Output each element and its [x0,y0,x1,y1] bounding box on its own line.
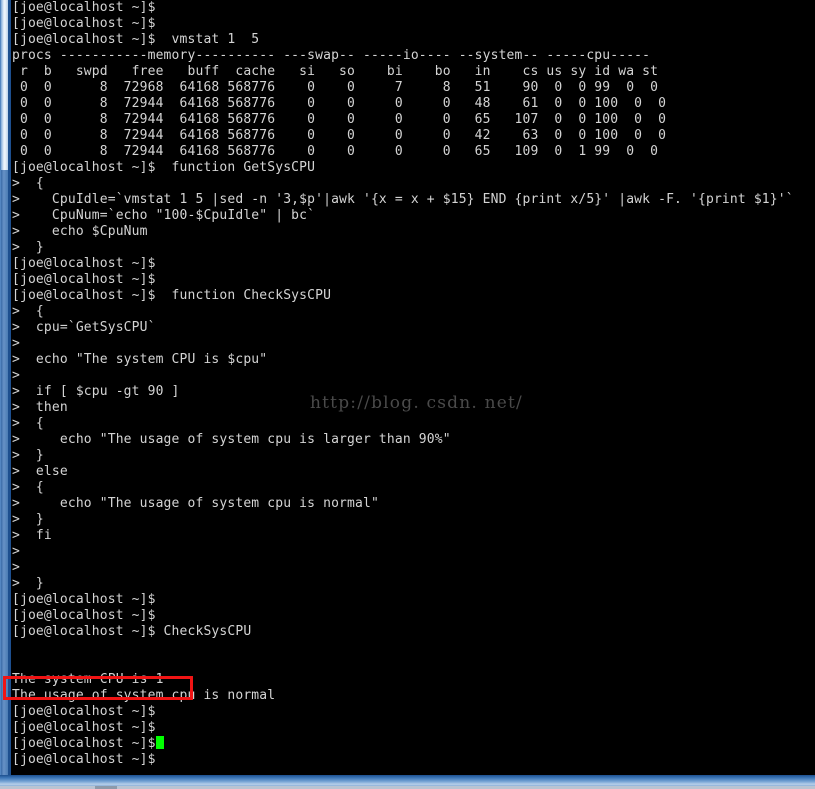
terminal-line: > if [ $cpu -gt 90 ] [12,384,180,399]
terminal-line: [joe@localhost ~]$ function CheckSysCPU [12,288,332,303]
terminal-line: [joe@localhost ~]$ [11,736,815,752]
vertical-scrollbar-thumb[interactable] [1,0,8,171]
terminal-line: [joe@localhost ~]$ CheckSysCPU [12,624,252,639]
terminal-line: > CpuIdle=`vmstat 1 5 |sed -n '3,$p'|awk… [12,192,794,207]
terminal-line: > { [12,480,44,495]
terminal-line: [joe@localhost ~]$ [12,720,156,735]
text-cursor [155,736,164,749]
terminal-line: > } [12,576,44,591]
terminal-line: The system CPU is 1 [12,672,164,687]
terminal-line: > echo $CpuNum [12,224,148,239]
terminal-line: > { [12,416,44,431]
terminal-line-list: [joe@localhost ~]$ [joe@localhost ~]$ [joe… [11,0,815,768]
terminal-line: > else [12,464,68,479]
terminal-line: > CpuNum=`echo "100-$CpuIdle" | bc` [12,208,316,223]
terminal-line: [joe@localhost ~]$ function GetSysCPU [12,160,316,175]
terminal-line: > cpu=`GetSysCPU` [12,320,156,335]
terminal-line: > then [12,400,68,415]
terminal-output-area[interactable]: [joe@localhost ~]$ [joe@localhost ~]$ [joe… [11,0,815,775]
terminal-line: > { [12,304,44,319]
terminal-line: r b swpd free buff cache si so bi bo in … [12,64,659,79]
terminal-window: [joe@localhost ~]$ [joe@localhost ~]$ [joe… [0,0,815,789]
terminal-line: 0 0 8 72944 64168 568776 0 0 0 0 48 61 0… [12,96,667,111]
terminal-line: [joe@localhost ~]$ [12,752,164,767]
terminal-line: > } [12,512,44,527]
vertical-scrollbar-track[interactable] [1,170,8,781]
terminal-line: [joe@localhost ~]$ [12,608,156,623]
terminal-line: > [12,336,20,351]
terminal-line: [joe@localhost ~]$ vmstat 1 5 [12,32,260,47]
terminal-line: The usage of system cpu is normal [12,688,276,703]
terminal-line: > } [12,448,44,463]
terminal-line: 0 0 8 72944 64168 568776 0 0 0 0 42 63 0… [12,128,667,143]
window-left-frame [0,0,11,781]
terminal-line: > [12,544,20,559]
terminal-line: procs -----------memory---------- ---swa… [12,48,651,63]
terminal-line: [joe@localhost ~]$ [12,0,156,15]
terminal-line: > echo "The usage of system cpu is norma… [12,496,379,511]
terminal-line: 0 0 8 72944 64168 568776 0 0 0 0 65 109 … [12,144,659,159]
terminal-line: > fi [12,528,52,543]
terminal-line: > { [12,176,44,191]
terminal-line: [joe@localhost ~]$ [12,704,156,719]
terminal-line: > echo "The system CPU is $cpu" [12,352,268,367]
terminal-line: > [12,368,20,383]
terminal-line: > [12,560,20,575]
terminal-line: [joe@localhost ~]$ [12,592,156,607]
terminal-line: 0 0 8 72944 64168 568776 0 0 0 0 65 107 … [12,112,667,127]
terminal-line: [joe@localhost ~]$ [12,272,156,287]
terminal-line: > echo "The usage of system cpu is large… [12,432,451,447]
terminal-line: [joe@localhost ~]$ [12,256,156,271]
terminal-line: > } [12,240,44,255]
terminal-line: 0 0 8 72968 64168 568776 0 0 7 8 51 90 0… [12,80,659,95]
terminal-line: [joe@localhost ~]$ [12,16,156,31]
